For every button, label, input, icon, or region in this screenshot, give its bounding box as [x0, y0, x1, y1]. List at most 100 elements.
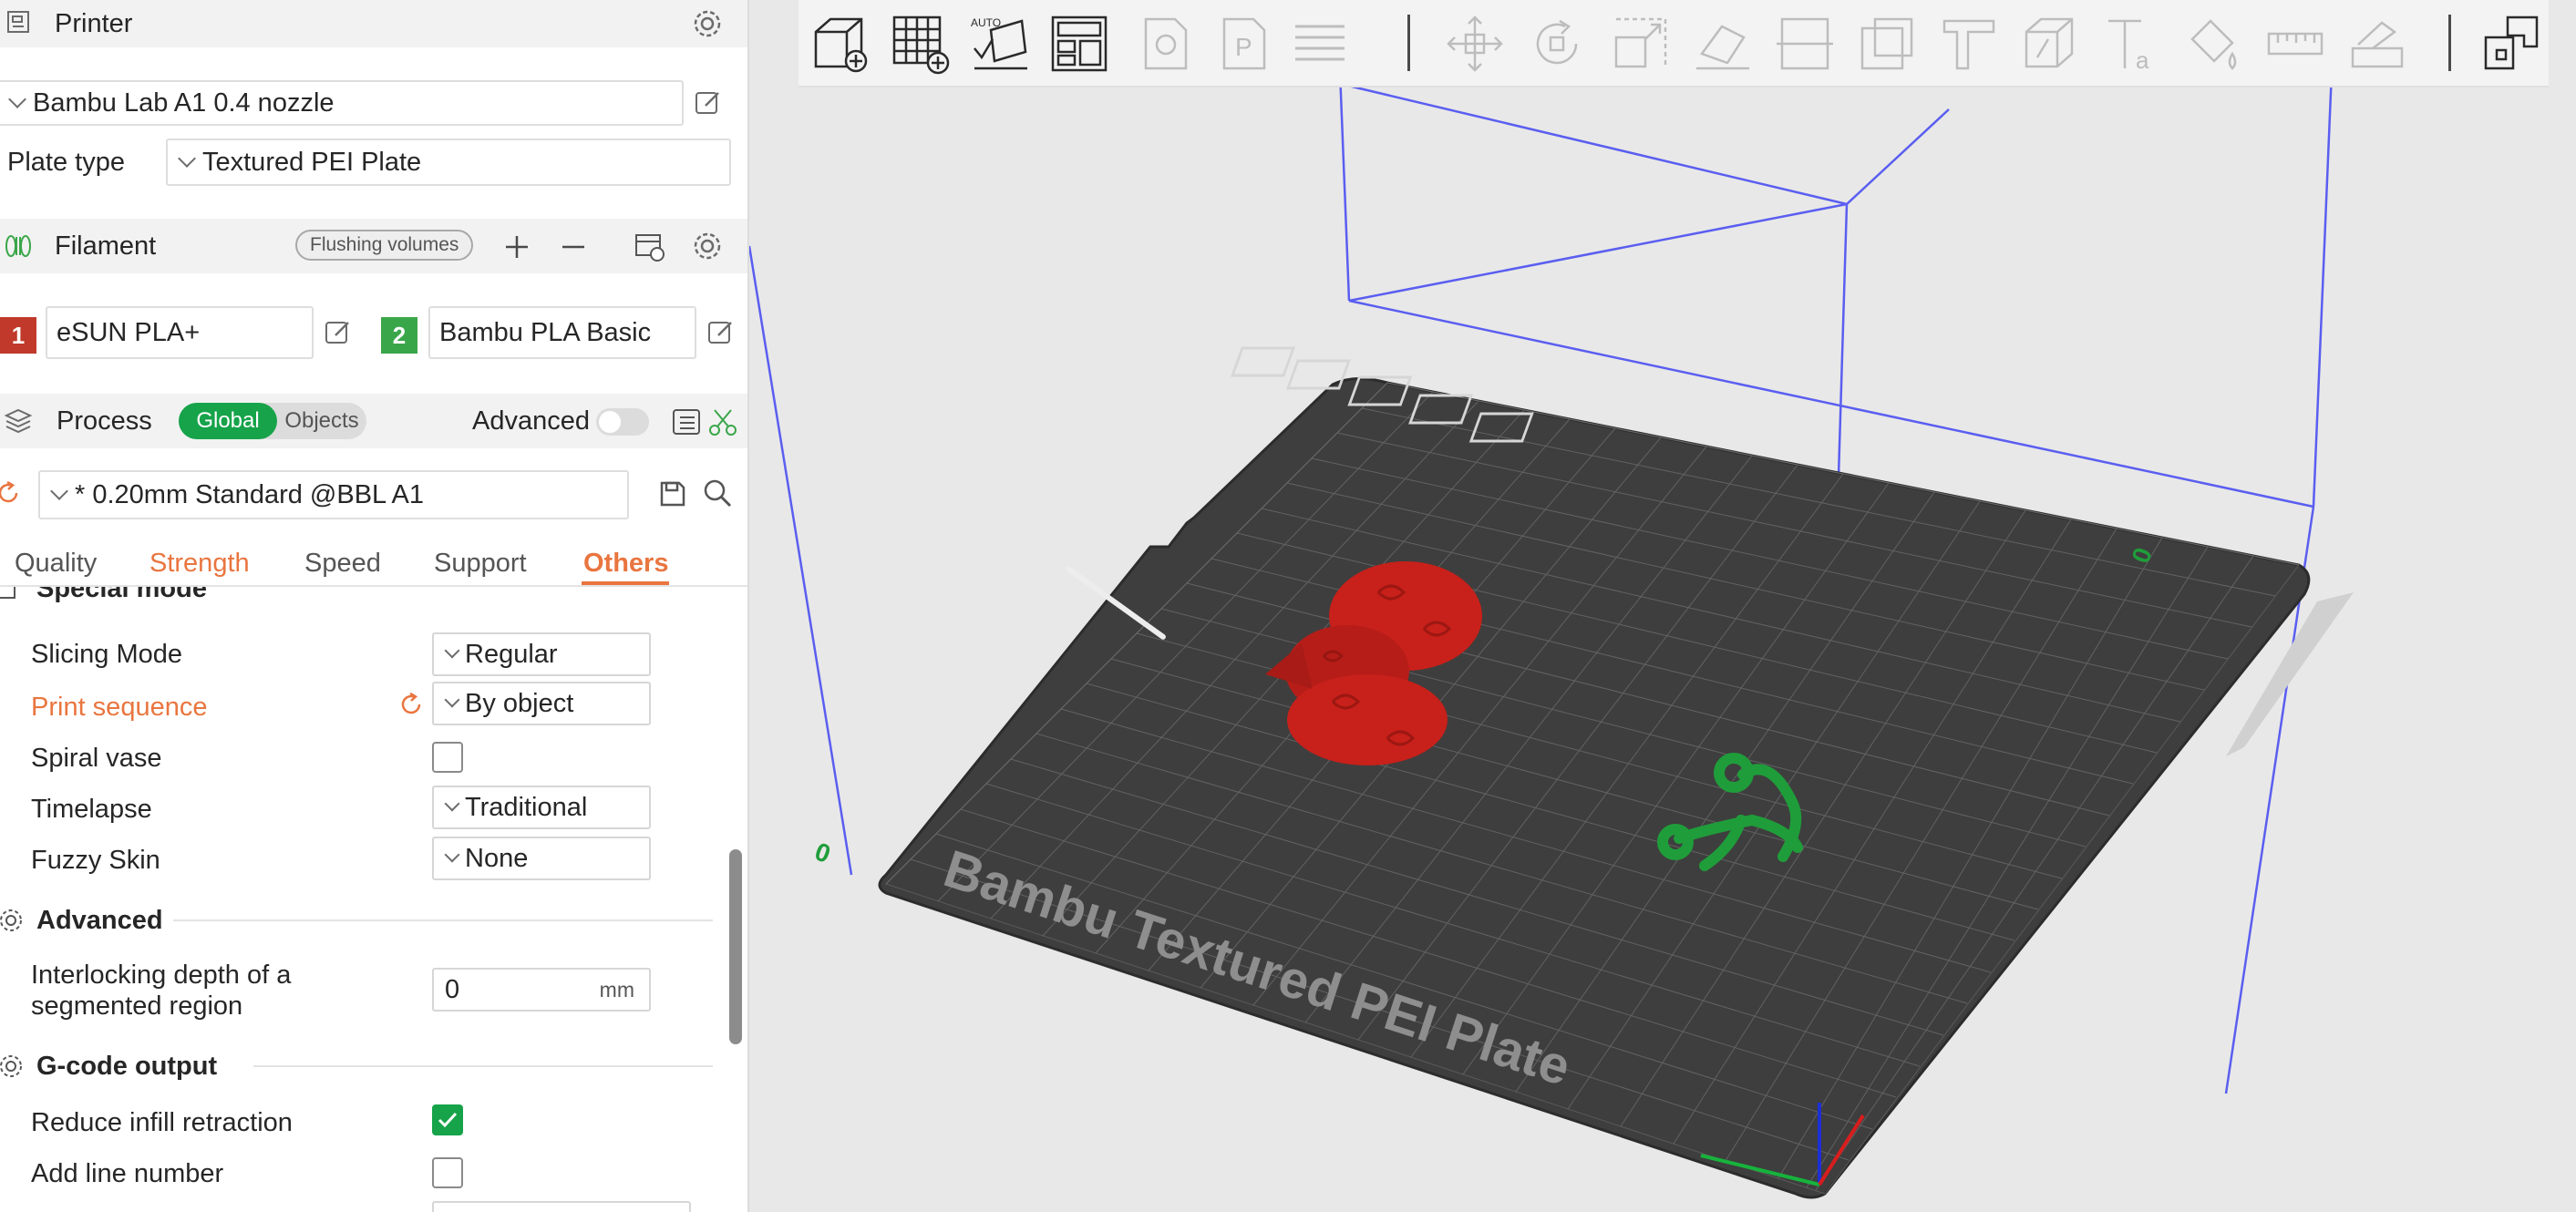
filament-settings-gear-icon[interactable]: [691, 230, 724, 262]
axis-label-left: 0: [811, 837, 834, 868]
compare-list-icon[interactable]: [671, 406, 702, 437]
process-scissors-icon[interactable]: [707, 406, 738, 437]
assembly-icon: [2351, 21, 2404, 68]
add-line-number-checkbox[interactable]: [432, 1157, 463, 1188]
printer-edit-icon[interactable]: [693, 87, 724, 118]
support-painting-button[interactable]: [1852, 9, 1922, 78]
timelapse-select[interactable]: Traditional: [432, 786, 651, 829]
lay-on-face-button[interactable]: [1688, 9, 1757, 78]
tab-others[interactable]: Others: [583, 549, 668, 579]
filament-1-edit-icon[interactable]: [323, 317, 354, 348]
global-objects-toggle[interactable]: Global Objects: [179, 403, 366, 439]
plate-objects-button[interactable]: [2478, 9, 2547, 78]
split-to-objects-button[interactable]: [1132, 9, 1201, 78]
add-line-number-label: Add line number: [31, 1159, 224, 1188]
printer-preset-select[interactable]: Bambu Lab A1 0.4 nozzle: [0, 80, 684, 126]
scale-tool-button[interactable]: [1606, 9, 1675, 78]
chevron-down-icon: [444, 796, 460, 812]
save-preset-icon[interactable]: [658, 479, 687, 508]
tab-support[interactable]: Support: [434, 549, 527, 579]
cut-tool-button[interactable]: [1770, 9, 1839, 78]
color-painting-button[interactable]: [2179, 9, 2248, 78]
filament-spool-icon: [4, 231, 33, 261]
split-parts-icon: P: [1222, 17, 1266, 70]
next-setting-field[interactable]: [432, 1201, 691, 1212]
plate-type-value: Textured PEI Plate: [202, 147, 422, 177]
add-filament-plus-icon[interactable]: [501, 231, 532, 262]
reset-arrow-icon[interactable]: [0, 479, 22, 507]
printer-section-title: Printer: [55, 9, 133, 38]
toggle-objects[interactable]: Objects: [277, 403, 366, 439]
gcode-group-divider: [253, 1065, 713, 1067]
advanced-toggle-label: Advanced: [472, 406, 590, 436]
plate-type-select[interactable]: Textured PEI Plate: [166, 139, 731, 186]
puzzle-plate-icon: [2484, 15, 2539, 70]
arrange-button[interactable]: [1045, 9, 1114, 78]
filament-slot-1-badge[interactable]: 1: [0, 317, 36, 354]
reset-arrow-icon[interactable]: [397, 691, 425, 718]
gcode-output-group-title: G-code output: [36, 1052, 218, 1081]
ruler-icon: [2267, 32, 2324, 56]
search-icon[interactable]: [702, 478, 733, 508]
rotate-icon: [1536, 19, 1578, 65]
special-mode-icon: [0, 587, 18, 601]
process-section-header: Process Global Objects Advanced: [0, 394, 747, 448]
interlocking-depth-unit: mm: [599, 977, 634, 1001]
move-tool-button[interactable]: [1440, 9, 1510, 78]
mesh-boolean-button[interactable]: [2016, 9, 2086, 78]
print-sequence-select[interactable]: By object: [432, 682, 651, 725]
add-object-button[interactable]: [806, 9, 875, 78]
slicing-mode-label: Slicing Mode: [31, 640, 183, 669]
text-tool-button[interactable]: a: [2098, 9, 2168, 78]
advanced-gears-icon: [0, 906, 26, 935]
assembly-view-button[interactable]: [2343, 9, 2412, 78]
chevron-down-icon: [444, 692, 460, 708]
settings-scrollbar-thumb[interactable]: [729, 849, 742, 1044]
advanced-toggle-switch[interactable]: [596, 408, 649, 436]
checkmark-icon: [438, 1112, 458, 1128]
slicing-mode-select[interactable]: Regular: [432, 632, 651, 676]
interlocking-depth-label-line1: Interlocking depth of a: [31, 960, 292, 990]
split-objects-icon: [1144, 17, 1188, 70]
filament-slot-2-badge[interactable]: 2: [381, 317, 417, 354]
print-sequence-value: By object: [465, 688, 574, 718]
remove-filament-minus-icon[interactable]: [558, 231, 589, 262]
spiral-vase-checkbox[interactable]: [432, 742, 463, 773]
cube-outline-icon: [2025, 17, 2074, 68]
interlocking-depth-input[interactable]: 0 mm: [432, 968, 651, 1012]
filament-2-edit-icon[interactable]: [706, 317, 737, 348]
seam-painting-button[interactable]: [1934, 9, 2004, 78]
printer-icon: [5, 9, 33, 36]
add-plate-button[interactable]: [886, 9, 955, 78]
layers-button[interactable]: [1285, 9, 1355, 78]
plate-type-label: Plate type: [7, 148, 125, 177]
add-cube-icon: [814, 17, 868, 73]
process-preset-select[interactable]: * 0.20mm Standard @BBL A1: [38, 470, 629, 519]
advanced-group-title: Advanced: [36, 906, 163, 935]
reduce-infill-retraction-checkbox[interactable]: [432, 1104, 463, 1135]
arrange-icon: [1051, 15, 1108, 72]
svg-text:P: P: [1235, 33, 1252, 61]
filament-slot-1-select[interactable]: eSUN PLA+: [46, 306, 314, 359]
filament-section-title: Filament: [55, 231, 157, 261]
sync-ams-icon[interactable]: [633, 230, 667, 264]
measure-tool-button[interactable]: [2261, 9, 2330, 78]
toolbar-separator: [2448, 15, 2451, 71]
filament-slot-2-select[interactable]: Bambu PLA Basic: [428, 306, 696, 359]
support-paint-icon: [1860, 17, 1913, 70]
split-to-parts-button[interactable]: P: [1211, 9, 1280, 78]
printer-settings-gear-icon[interactable]: [691, 7, 724, 40]
plate-scene[interactable]: Bambu Textured PEI Plate 0 0: [747, 0, 2576, 1212]
toolbar-separator: [1407, 15, 1410, 71]
toggle-global[interactable]: Global: [179, 403, 277, 439]
tab-strength[interactable]: Strength: [149, 549, 250, 579]
tab-quality[interactable]: Quality: [15, 549, 97, 579]
auto-orient-button[interactable]: AUTO: [966, 9, 1036, 78]
spiral-vase-label: Spiral vase: [31, 744, 162, 773]
rotate-tool-button[interactable]: [1522, 9, 1592, 78]
tab-speed[interactable]: Speed: [304, 549, 381, 579]
filament-slot-1-name: eSUN PLA+: [57, 317, 201, 347]
flushing-volumes-button[interactable]: Flushing volumes: [295, 230, 474, 261]
fuzzy-skin-select[interactable]: None: [432, 837, 651, 880]
3d-viewport[interactable]: Bambu Textured PEI Plate 0 0: [747, 0, 2576, 1212]
